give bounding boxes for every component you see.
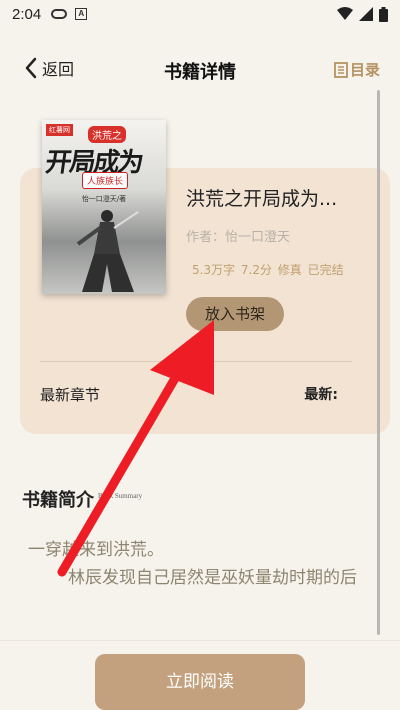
footer-divider [0, 640, 400, 641]
back-label: 返回 [42, 60, 75, 79]
battery-icon [379, 6, 388, 22]
list-icon [334, 61, 348, 78]
cover-figure-illustration [76, 210, 139, 292]
status-time: 2:04 [12, 5, 42, 23]
intro-line-1: 一穿越来到洪荒。 [28, 540, 164, 560]
toc-label: 目录 [349, 61, 380, 79]
divider [40, 361, 352, 362]
cover-publisher-badge: 红薯网 [46, 124, 73, 136]
intro-title: 书籍简介 [22, 490, 94, 511]
back-button[interactable]: 返回 [24, 56, 74, 80]
read-now-button[interactable]: 立即阅读 [95, 654, 305, 710]
cover-author: 怡一口澄天/著 [81, 195, 127, 203]
cover-top-tag: 洪荒之 [88, 126, 126, 143]
gamepad-icon [51, 9, 68, 19]
latest-chapter-label[interactable]: 最新章节 [40, 384, 100, 405]
signal-icon [359, 7, 373, 21]
chevron-left-icon [25, 57, 37, 79]
add-to-shelf-button[interactable]: 放入书架 [186, 297, 284, 331]
status-left-icons: A [51, 8, 88, 20]
latest-label: 最新: [304, 387, 338, 403]
wifi-icon [337, 7, 353, 20]
status-right-icons [337, 6, 388, 22]
status-bar: 2:04 A [0, 0, 400, 28]
intro-text: 一穿越来到洪荒。 林辰发现自己居然是巫妖量劫时期的后 [28, 536, 373, 592]
nav-bar: 返回 书籍详情 目录 [0, 50, 400, 90]
book-title: 洪荒之开局成为... [186, 188, 338, 210]
intro-line-2: 林辰发现自己居然是巫妖量劫时期的后 [68, 568, 357, 588]
book-detail-screen: 2:04 A 返回 书籍详情 目录 红薯网 洪荒之 开局成为 人族族长 怡一口澄… [0, 0, 400, 710]
scrollbar[interactable] [377, 90, 380, 635]
book-author: 作者：怡一口澄天 [186, 230, 291, 245]
book-cover[interactable]: 红薯网 洪荒之 开局成为 人族族长 怡一口澄天/著 [42, 120, 166, 294]
book-meta: 5.3万字 7.2分 修真 已完结 [192, 263, 344, 277]
intro-subtitle: Book Summary [98, 492, 143, 500]
a-icon: A [75, 8, 88, 20]
cover-bottom-tag: 人族族长 [82, 172, 129, 189]
toc-button[interactable]: 目录 [334, 59, 380, 80]
